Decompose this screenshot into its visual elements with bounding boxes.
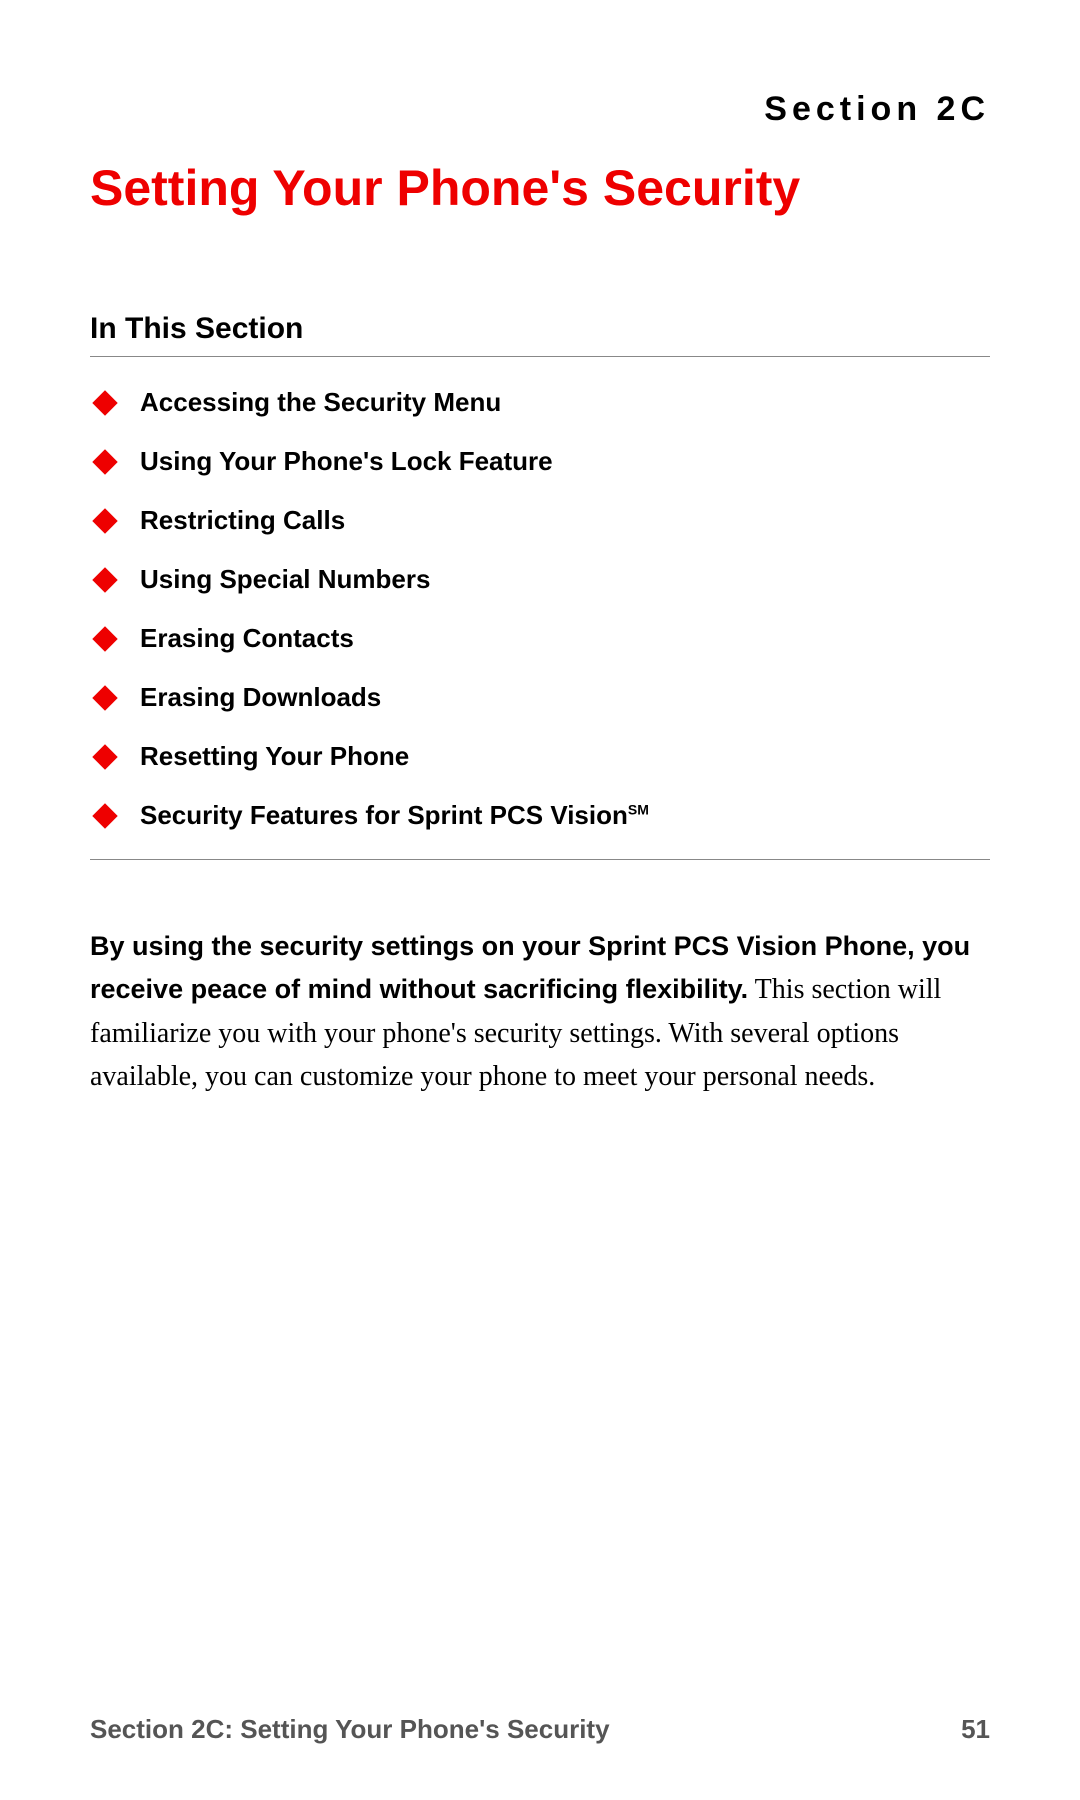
divider-bottom [90,859,990,860]
page-footer: Section 2C: Setting Your Phone's Securit… [90,1714,990,1745]
list-item-label: Using Special Numbers [140,564,430,595]
list-item: Erasing Downloads [96,682,990,713]
section-list: Accessing the Security Menu Using Your P… [90,387,990,831]
subsection-title: In This Section [90,312,990,346]
list-item: Erasing Contacts [96,623,990,654]
list-item: Resetting Your Phone [96,741,990,772]
list-item-label: Accessing the Security Menu [140,387,501,418]
diamond-icon [92,803,117,828]
diamond-icon [92,390,117,415]
list-item-label: Erasing Contacts [140,623,354,654]
divider-top [90,356,990,357]
list-item: Security Features for Sprint PCS VisionS… [96,800,990,831]
list-item-label: Security Features for Sprint PCS VisionS… [140,800,649,831]
list-item: Using Special Numbers [96,564,990,595]
page-title: Setting Your Phone's Security [90,159,990,217]
list-item: Using Your Phone's Lock Feature [96,446,990,477]
list-item-label: Using Your Phone's Lock Feature [140,446,553,477]
diamond-icon [92,626,117,651]
list-item-label: Erasing Downloads [140,682,381,713]
footer-left: Section 2C: Setting Your Phone's Securit… [90,1714,610,1745]
list-item: Restricting Calls [96,505,990,536]
diamond-icon [92,744,117,769]
list-item-label: Resetting Your Phone [140,741,409,772]
body-paragraph: By using the security settings on your S… [90,925,990,1099]
footer-page-number: 51 [961,1714,990,1745]
sm-mark: SM [628,801,649,817]
list-item-label: Restricting Calls [140,505,345,536]
list-item: Accessing the Security Menu [96,387,990,418]
diamond-icon [92,508,117,533]
diamond-icon [92,685,117,710]
section-label: Section 2C [90,90,990,129]
diamond-icon [92,567,117,592]
diamond-icon [92,449,117,474]
